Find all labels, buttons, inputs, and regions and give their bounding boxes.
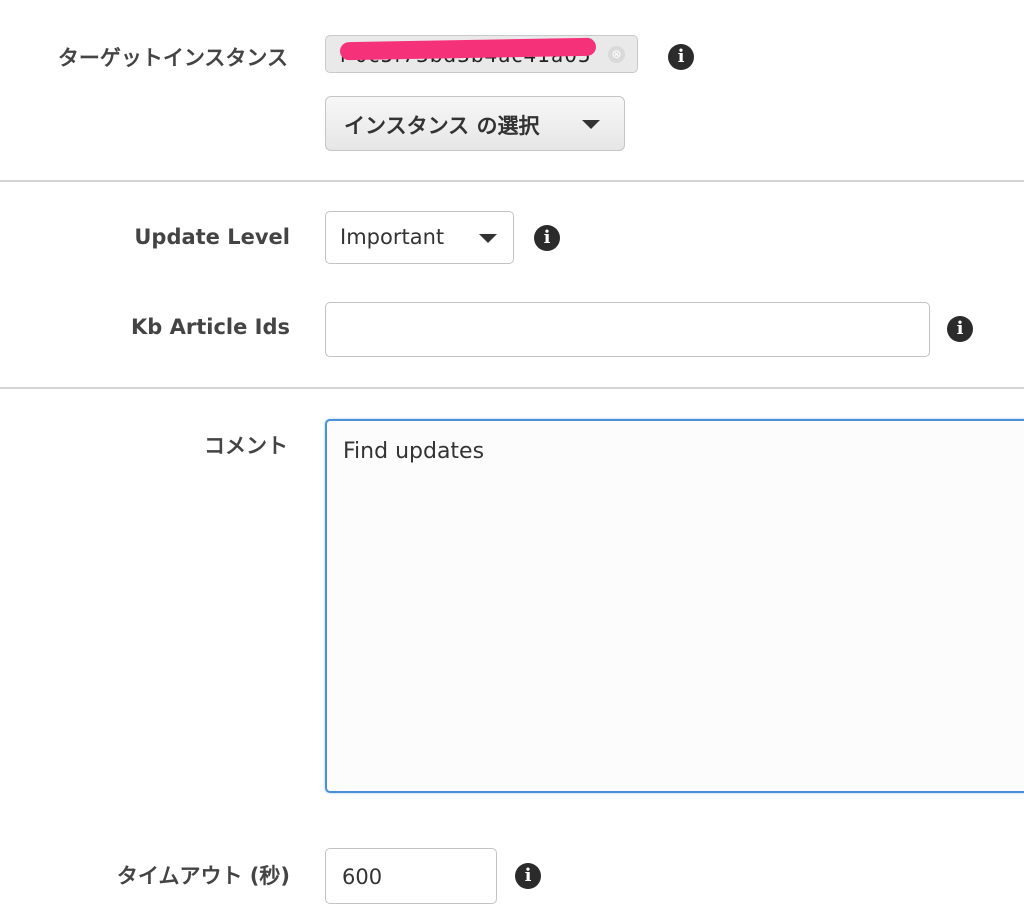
kb-article-ids-label: Kb Article Ids: [130, 315, 290, 339]
timeout-label: タイムアウト (秒): [116, 864, 290, 888]
info-circle-icon[interactable]: i: [515, 863, 541, 889]
update-level-label: Update Level: [134, 225, 290, 249]
info-circle-icon[interactable]: i: [668, 44, 694, 70]
info-circle-icon[interactable]: i: [947, 316, 973, 342]
select-instance-button-label: インスタンス の選択: [344, 114, 540, 138]
comment-text: Find updates: [343, 439, 485, 464]
section-divider: [0, 387, 1024, 389]
caret-down-icon: [582, 120, 600, 129]
selected-instance-token: i-0c5f73bd3b4ac41a05 ⊗: [325, 35, 638, 73]
comment-textarea[interactable]: Find updates: [325, 419, 1024, 793]
target-instance-label: ターゲットインスタンス: [57, 46, 288, 70]
update-level-selected-value: Important: [340, 225, 445, 249]
caret-down-icon: [479, 234, 497, 243]
remove-instance-icon[interactable]: ⊗: [608, 46, 625, 63]
timeout-input[interactable]: 600: [325, 848, 497, 904]
update-level-select[interactable]: Important: [325, 211, 514, 264]
timeout-value: 600: [342, 865, 383, 889]
info-circle-icon[interactable]: i: [534, 225, 560, 251]
kb-article-ids-input[interactable]: [325, 302, 930, 357]
select-instance-button[interactable]: インスタンス の選択: [325, 96, 625, 151]
comment-label: コメント: [204, 434, 288, 458]
section-divider: [0, 180, 1024, 182]
